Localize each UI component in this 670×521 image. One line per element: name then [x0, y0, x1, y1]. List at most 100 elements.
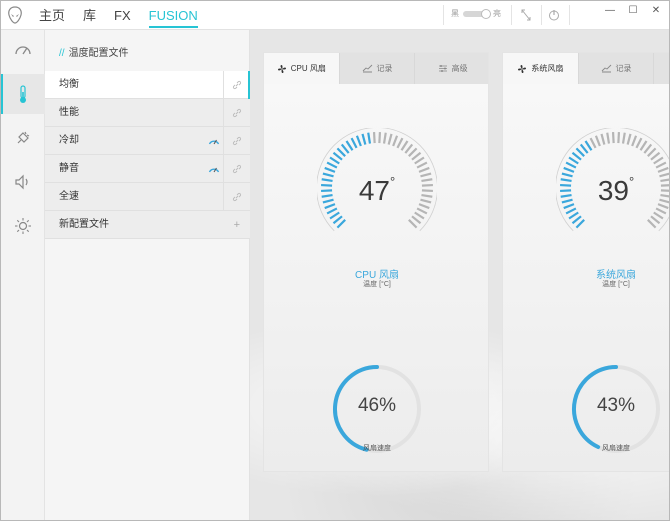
divider [223, 183, 224, 211]
gauge-tick [650, 215, 661, 225]
degree-mark: ° [628, 173, 635, 189]
gauge-tick [635, 137, 643, 149]
card-body: 39° 系统风扇 温度 [°C] 43% 风扇速度 [503, 84, 669, 471]
rail-power[interactable] [1, 118, 45, 158]
profile-label: 冷却 [59, 135, 79, 146]
gauge-tick [653, 211, 664, 220]
rail-performance[interactable] [1, 30, 45, 70]
gauge-tick [387, 133, 393, 145]
gauge-tick [416, 207, 428, 215]
rail-thermal[interactable] [1, 74, 45, 114]
profile-row-balanced[interactable]: 均衡 [45, 71, 250, 99]
maximize-icon[interactable]: ☐ [622, 1, 644, 23]
tab-advanced[interactable]: 高级 [415, 53, 488, 84]
nav-library[interactable]: 库 [83, 1, 96, 30]
gauge-tick [643, 143, 653, 154]
tab-label: 记录 [615, 64, 632, 73]
fan-speed-label: 风扇速度 [602, 445, 630, 452]
tab-advanced[interactable]: 高级 [654, 53, 669, 84]
tab-history[interactable]: 记录 [340, 53, 416, 84]
close-icon[interactable]: ✕ [645, 1, 667, 23]
nav-fusion[interactable]: FUSION [148, 1, 198, 30]
profile-row-performance[interactable]: 性能 [45, 99, 250, 127]
fan-card-cpu: CPU 风扇 记录 高级 47° CPU 风扇 温度 [°C] 46% 风扇速度 [263, 52, 489, 472]
new-profile-row[interactable]: 新配置文件 + [45, 211, 250, 239]
alien-logo-icon [8, 6, 22, 24]
gauge-tick [367, 132, 372, 144]
sliders-icon [438, 65, 447, 72]
profiles-title: 温度配置文件 [68, 48, 129, 59]
gauge-tick [414, 211, 425, 220]
gauge-tick [329, 211, 340, 220]
app-window: 主页 库 FX FUSION 黑 亮 — ☐ ✕ // 温度配置文件 均衡 性能… [0, 0, 670, 521]
gauge-tick [568, 211, 579, 220]
main-nav: 主页 库 FX FUSION [39, 1, 216, 30]
rail-display[interactable] [1, 206, 45, 246]
divider [223, 155, 224, 183]
tab-label: 系统风扇 [531, 64, 564, 73]
fan-speed-value: 46% [357, 395, 397, 416]
profile-label: 性能 [59, 107, 79, 118]
link-icon[interactable] [232, 108, 242, 118]
gauge-tick [336, 147, 346, 157]
gauge-tick [396, 137, 404, 149]
tab-cpu-fan[interactable]: CPU 风扇 [264, 53, 340, 84]
new-profile-label: 新配置文件 [59, 219, 109, 230]
fan-speed-indicator-icon [208, 139, 220, 145]
minimize-icon[interactable]: — [599, 1, 621, 23]
power-icon[interactable] [547, 8, 561, 22]
slider-knob[interactable] [481, 8, 491, 19]
gauge-tick [626, 133, 632, 145]
profile-label: 全速 [59, 191, 79, 202]
gauge-tick [584, 140, 593, 151]
gauge-tick [408, 147, 418, 157]
gauge-tick [611, 132, 615, 144]
divider [541, 5, 542, 25]
tab-label: 高级 [451, 64, 468, 73]
card-tabs: 系统风扇 记录 高级 [503, 53, 669, 84]
link-icon[interactable] [232, 136, 242, 146]
tab-system-fan[interactable]: 系统风扇 [503, 53, 579, 84]
gauge-tick [617, 132, 621, 144]
brightness-slider[interactable] [463, 8, 491, 19]
gauge-tick [655, 161, 667, 169]
link-icon[interactable] [232, 80, 242, 90]
title-accent-mark: // [59, 48, 65, 59]
gauge-tick [382, 132, 387, 144]
tab-label: 记录 [376, 64, 393, 73]
temperature-readout: 39° [503, 173, 669, 207]
profile-row-quiet[interactable]: 静音 [45, 155, 250, 183]
gauge-icon [15, 46, 31, 55]
profiles-heading: //温度配置文件 [59, 44, 129, 59]
fan-speed-indicator-icon [208, 167, 220, 173]
gauge-tick [414, 156, 425, 165]
rail-audio[interactable] [1, 162, 45, 202]
gauge-tick [400, 140, 409, 151]
temperature-unit: 温度 [°C] [602, 281, 630, 288]
gauge-tick [655, 207, 667, 215]
link-icon[interactable] [232, 192, 242, 202]
tab-history[interactable]: 记录 [579, 53, 655, 84]
nav-fx[interactable]: FX [114, 1, 131, 30]
nav-home[interactable]: 主页 [39, 1, 65, 30]
gauge-tick [606, 132, 611, 144]
gauge-tick [418, 166, 430, 173]
gauge-tick [600, 133, 606, 145]
link-icon[interactable] [232, 164, 242, 174]
brightness-dark-label: 黑 [451, 9, 459, 18]
tab-label: CPU 风扇 [290, 64, 326, 73]
sync-icon[interactable] [519, 8, 533, 22]
gauge-tick [571, 151, 582, 161]
gauge-tick [361, 133, 367, 145]
profile-row-full-speed[interactable]: 全速 [45, 183, 250, 211]
gauge-tick [631, 135, 638, 147]
gauge-tick [404, 143, 414, 154]
gauge-tick [621, 132, 626, 144]
brightness-icon [15, 218, 31, 234]
fan-main-panel: CPU 风扇 记录 高级 47° CPU 风扇 温度 [°C] 46% 风扇速度 [250, 30, 669, 520]
gauge-tick [579, 143, 589, 154]
profile-row-cooling[interactable]: 冷却 [45, 127, 250, 155]
plus-icon[interactable]: + [234, 211, 240, 239]
gauge-tick [568, 156, 579, 165]
profile-label: 均衡 [59, 79, 79, 90]
